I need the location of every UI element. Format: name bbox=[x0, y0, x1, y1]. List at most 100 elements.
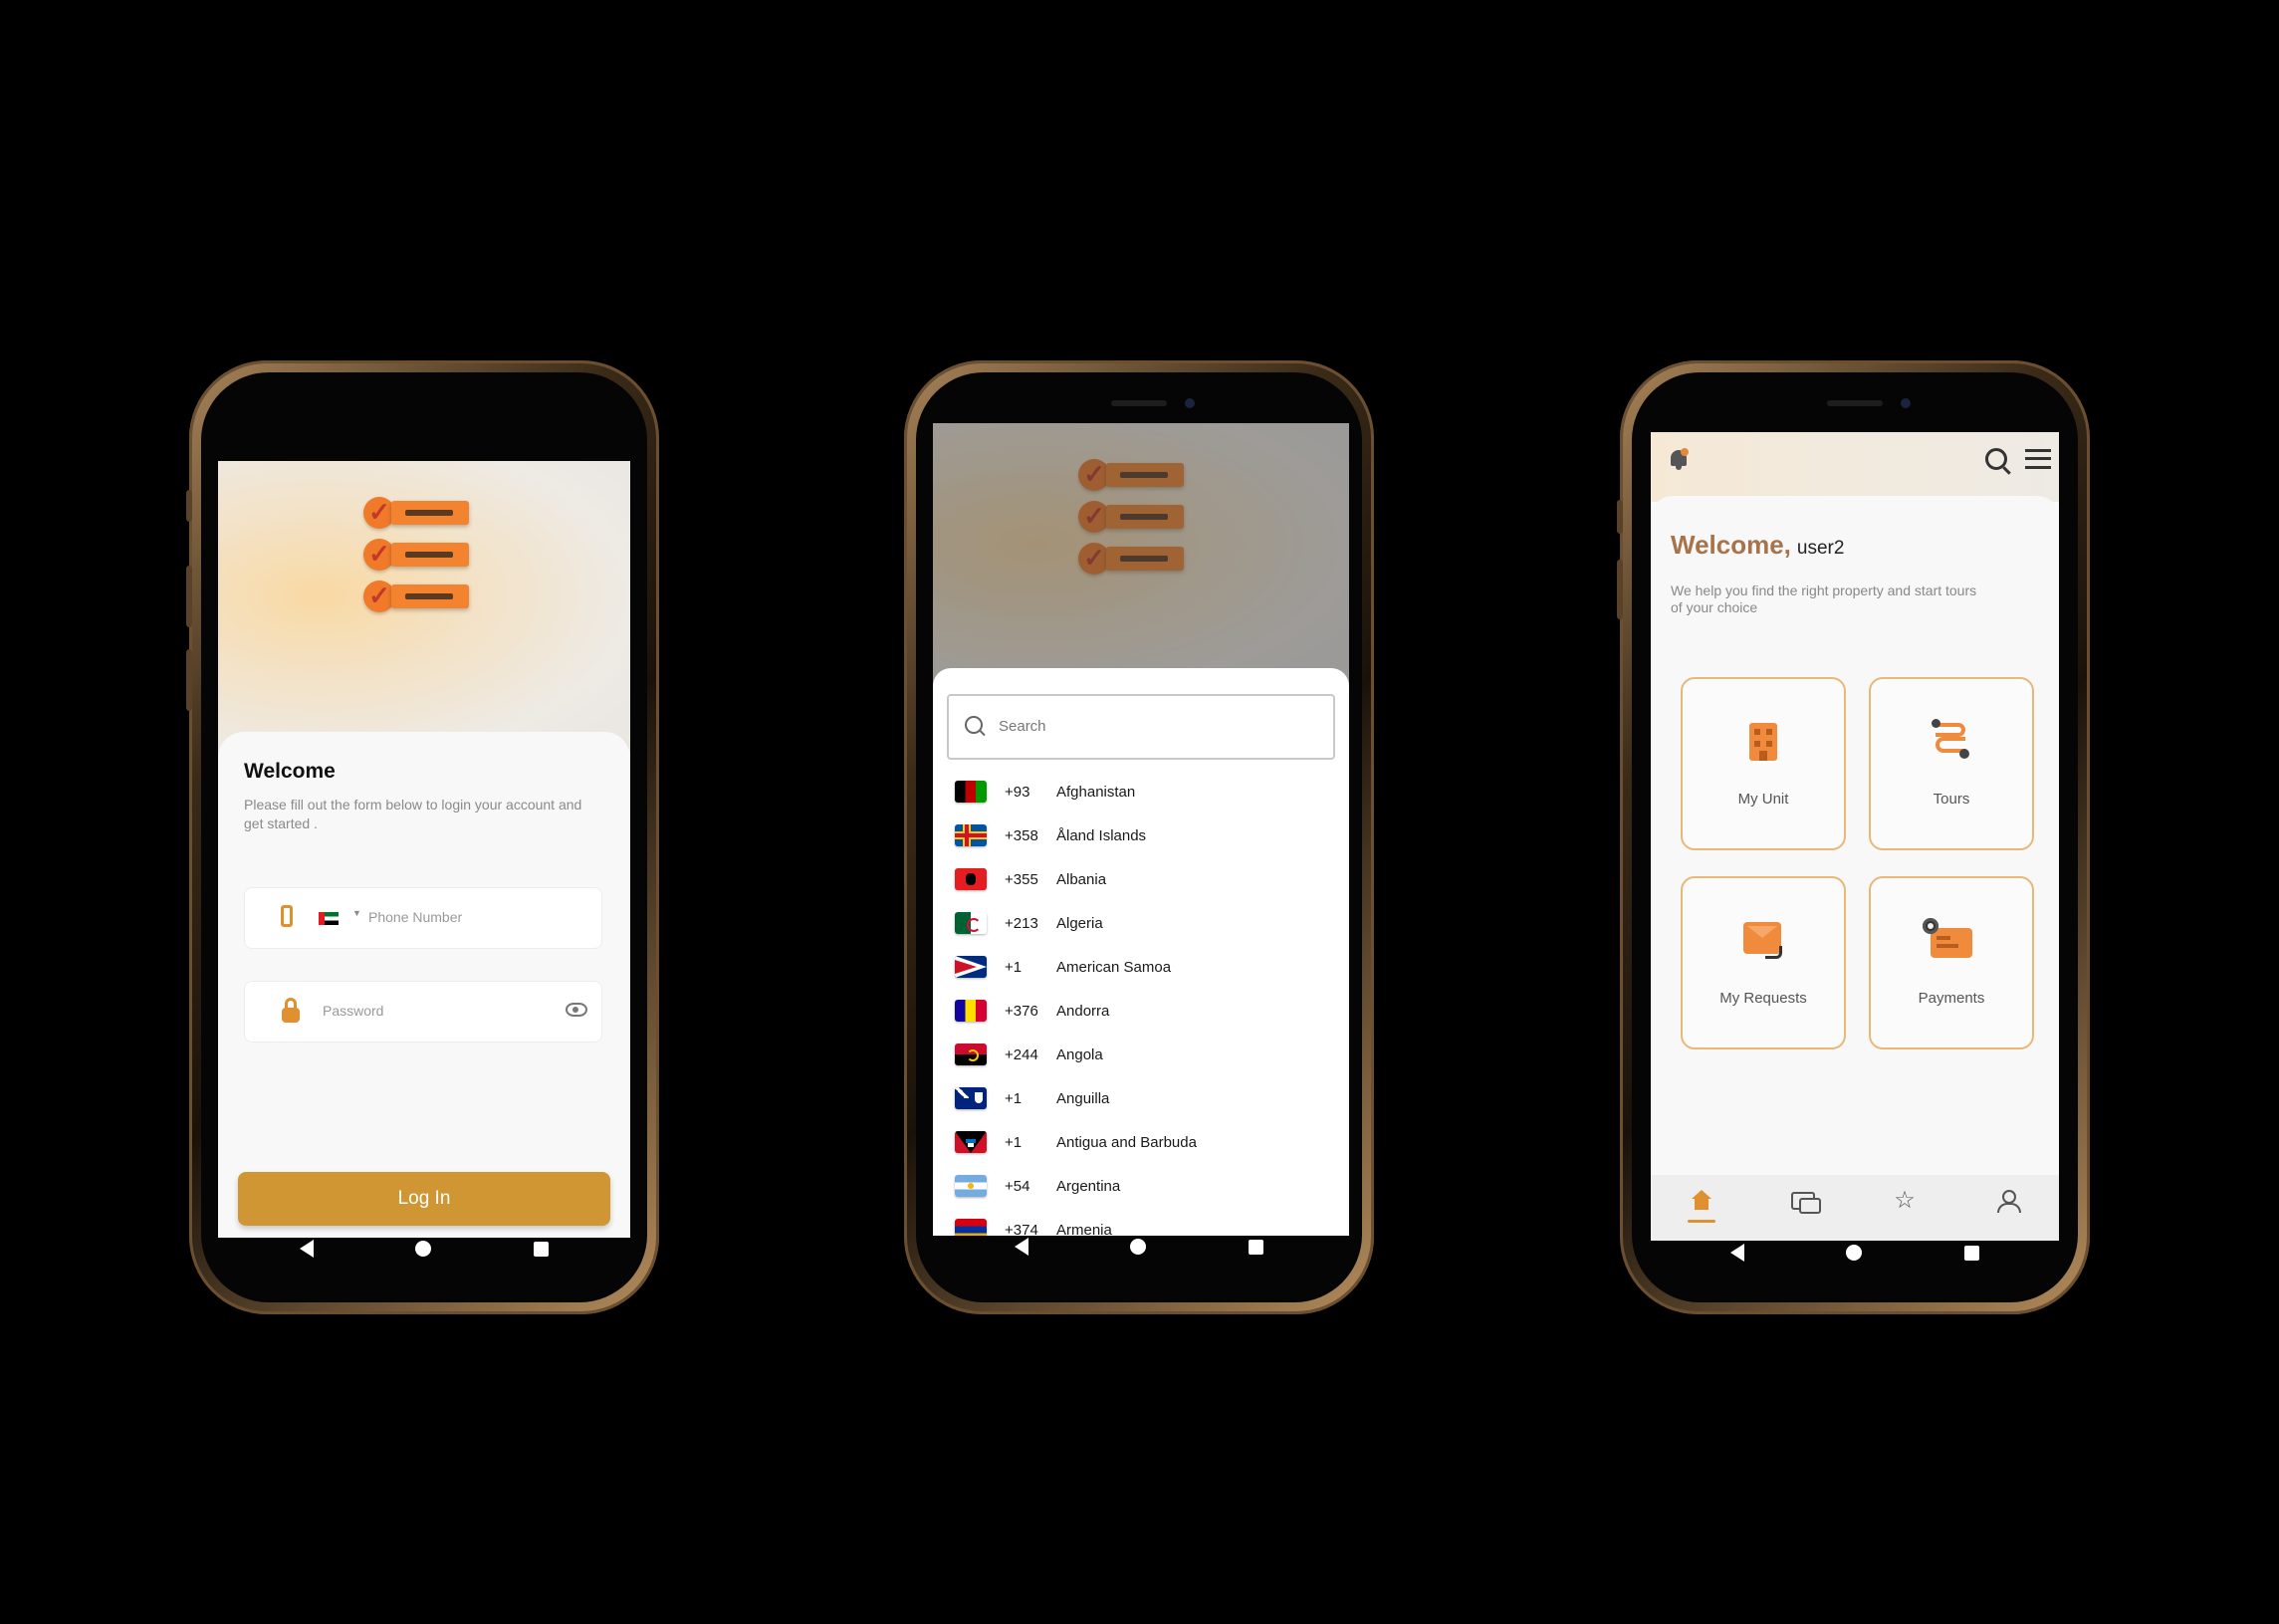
phone-login: ✓ ✓ ✓ Welcome Please fill out the form b… bbox=[186, 360, 659, 1314]
profile-tab[interactable] bbox=[1993, 1188, 2023, 1228]
front-camera bbox=[1901, 398, 1911, 408]
tile-label: My Requests bbox=[1719, 990, 1807, 1007]
back-icon[interactable] bbox=[1015, 1238, 1029, 1256]
tours-tile[interactable]: Tours bbox=[1869, 677, 2034, 850]
country-code: +213 bbox=[1005, 914, 1038, 932]
country-name: Angola bbox=[1056, 1045, 1103, 1063]
star-icon: ☆ bbox=[1894, 1187, 1916, 1214]
speaker-grille bbox=[1827, 400, 1883, 406]
notification-bell-icon[interactable] bbox=[1669, 448, 1689, 470]
country-row[interactable]: +1 Anguilla bbox=[955, 1076, 1109, 1120]
my-requests-tile[interactable]: My Requests bbox=[1681, 876, 1846, 1049]
side-button bbox=[1617, 560, 1623, 619]
back-icon[interactable] bbox=[300, 1240, 315, 1258]
login-button[interactable]: Log In bbox=[238, 1172, 610, 1226]
username: user2 bbox=[1796, 538, 1845, 559]
building-icon bbox=[1743, 719, 1783, 763]
home-icon bbox=[1692, 1190, 1712, 1199]
country-code: +1 bbox=[1005, 1133, 1023, 1151]
android-nav-bar bbox=[1680, 1229, 2030, 1276]
country-code: +93 bbox=[1005, 783, 1030, 801]
tile-label: Payments bbox=[1918, 990, 1985, 1007]
search-icon-handle bbox=[979, 729, 986, 737]
home-button-icon[interactable] bbox=[1846, 1245, 1863, 1261]
welcome-prefix: Welcome, bbox=[1671, 530, 1791, 560]
country-row[interactable]: +54 Argentina bbox=[955, 1164, 1120, 1208]
country-name: Åland Islands bbox=[1056, 826, 1147, 844]
home-tab[interactable] bbox=[1687, 1188, 1716, 1228]
country-code: +355 bbox=[1005, 870, 1038, 888]
anguilla-flag-icon bbox=[955, 1087, 987, 1109]
recent-apps-icon[interactable] bbox=[1248, 1239, 1263, 1255]
front-camera bbox=[1185, 398, 1195, 408]
hamburger-menu-icon[interactable] bbox=[2025, 449, 2051, 469]
my-unit-tile[interactable]: My Unit bbox=[1681, 677, 1846, 850]
country-row[interactable]: +244 Angola bbox=[955, 1033, 1103, 1076]
password-input[interactable]: Password bbox=[323, 1003, 383, 1019]
country-row[interactable]: +213 Algeria bbox=[955, 901, 1103, 945]
country-name: Andorra bbox=[1056, 1002, 1110, 1020]
chat-tab[interactable] bbox=[1789, 1188, 1821, 1228]
speaker-grille bbox=[1111, 400, 1167, 406]
side-button bbox=[186, 490, 192, 522]
welcome-heading: Welcome, user2 bbox=[1671, 530, 1844, 561]
country-search-field[interactable]: Search bbox=[947, 694, 1335, 760]
country-row[interactable]: +1 American Samoa bbox=[955, 945, 1171, 989]
lock-icon bbox=[281, 998, 301, 1024]
country-code: +358 bbox=[1005, 826, 1038, 844]
country-code: +1 bbox=[1005, 1089, 1023, 1107]
country-name: Argentina bbox=[1056, 1177, 1121, 1195]
modal-backdrop[interactable] bbox=[933, 423, 1349, 692]
aland-flag-icon bbox=[955, 824, 987, 846]
welcome-subtitle: We help you find the right property and … bbox=[1671, 582, 1977, 615]
country-row[interactable]: +93 Afghanistan bbox=[955, 770, 1135, 813]
home-button-icon[interactable] bbox=[415, 1241, 432, 1257]
payments-tile[interactable]: Payments bbox=[1869, 876, 2034, 1049]
recent-apps-icon[interactable] bbox=[533, 1241, 549, 1257]
home-screen: Welcome, user2 We help you find the righ… bbox=[1651, 432, 2059, 1241]
payments-icon bbox=[1923, 918, 1972, 962]
argentina-flag-icon bbox=[955, 1175, 987, 1197]
afghanistan-flag-icon bbox=[955, 781, 987, 803]
search-icon-handle bbox=[2002, 466, 2011, 475]
phone-number-field[interactable]: ▼ Phone Number bbox=[244, 887, 602, 949]
country-name: American Samoa bbox=[1056, 958, 1172, 976]
eye-icon[interactable] bbox=[566, 1003, 587, 1017]
country-row[interactable]: +376 Andorra bbox=[955, 989, 1109, 1033]
top-app-bar bbox=[1651, 432, 2059, 502]
angola-flag-icon bbox=[955, 1044, 987, 1065]
requests-icon bbox=[1743, 918, 1783, 962]
country-row[interactable]: +355 Albania bbox=[955, 857, 1106, 901]
country-search-input[interactable]: Search bbox=[999, 718, 1046, 735]
tile-label: My Unit bbox=[1737, 791, 1789, 808]
home-content-panel: Welcome, user2 We help you find the righ… bbox=[1651, 496, 2059, 1175]
american-samoa-flag-icon bbox=[955, 956, 987, 978]
login-screen: ✓ ✓ ✓ Welcome Please fill out the form b… bbox=[218, 461, 630, 1238]
home-button-icon[interactable] bbox=[1130, 1239, 1147, 1255]
back-icon[interactable] bbox=[1730, 1244, 1745, 1262]
country-name: Anguilla bbox=[1056, 1089, 1110, 1107]
user-icon bbox=[2001, 1190, 2016, 1204]
country-row[interactable]: +358 Åland Islands bbox=[955, 813, 1146, 857]
phone-home: Welcome, user2 We help you find the righ… bbox=[1617, 360, 2090, 1314]
phone-number-input[interactable]: Phone Number bbox=[368, 909, 462, 925]
route-icon bbox=[1932, 719, 1971, 763]
country-row[interactable]: +1 Antigua and Barbuda bbox=[955, 1120, 1197, 1164]
country-name: Antigua and Barbuda bbox=[1056, 1133, 1197, 1151]
dropdown-caret-icon[interactable]: ▼ bbox=[352, 908, 361, 918]
country-name: Afghanistan bbox=[1056, 783, 1136, 801]
algeria-flag-icon bbox=[955, 912, 987, 934]
country-name: Algeria bbox=[1056, 914, 1103, 932]
antigua-flag-icon bbox=[955, 1131, 987, 1153]
checklist-illustration: ✓ ✓ ✓ bbox=[363, 497, 469, 622]
recent-apps-icon[interactable] bbox=[1963, 1245, 1979, 1261]
uae-flag-icon[interactable] bbox=[319, 912, 339, 925]
favorites-tab[interactable]: ☆ bbox=[1891, 1188, 1921, 1228]
phone-icon bbox=[281, 905, 293, 927]
country-picker-screen: ✓ ✓ ✓ Search +93 Afghanistan +358 Åland … bbox=[933, 423, 1349, 1236]
country-name: Albania bbox=[1056, 870, 1107, 888]
tile-label: Tours bbox=[1933, 791, 1970, 808]
country-code: +1 bbox=[1005, 958, 1023, 976]
password-field[interactable]: Password bbox=[244, 981, 602, 1043]
country-code: +376 bbox=[1005, 1002, 1038, 1020]
